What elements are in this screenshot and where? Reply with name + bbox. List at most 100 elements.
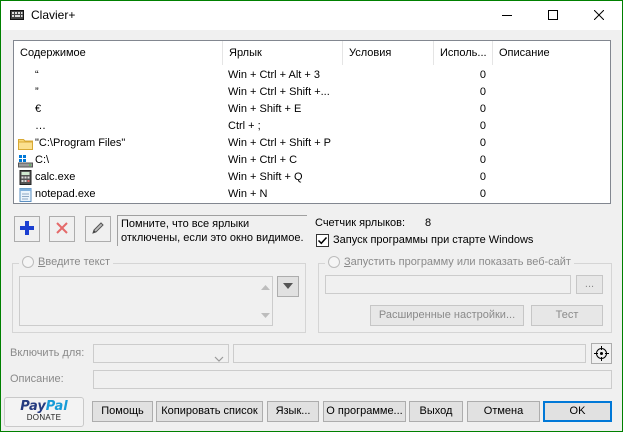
chevron-down-icon xyxy=(214,351,224,365)
item-usage: 0 xyxy=(479,137,486,149)
list-item[interactable]: "C:\Program Files" Win + Ctrl + Shift + … xyxy=(14,135,610,152)
item-shortcut: Win + Ctrl + Alt + 3 xyxy=(228,69,321,81)
item-usage: 0 xyxy=(479,154,486,166)
text-input-area[interactable] xyxy=(19,276,273,326)
close-icon xyxy=(593,9,605,23)
paypal-logo: PayPal xyxy=(20,399,68,414)
browse-button[interactable]: ... xyxy=(576,275,603,294)
counter-label: Счетчик ярлыков: xyxy=(315,217,406,229)
column-header-description[interactable]: Описание xyxy=(493,41,610,65)
notepad-icon xyxy=(18,187,33,202)
column-header-usage[interactable]: Исполь... xyxy=(434,41,493,65)
item-content: calc.exe xyxy=(35,171,76,183)
item-content: ” xyxy=(35,86,39,98)
item-content: € xyxy=(35,103,42,115)
launch-radio-label: апустить программу или показать веб-сайт xyxy=(350,256,571,268)
item-shortcut: Win + N xyxy=(228,188,268,200)
help-button[interactable]: Помощь xyxy=(92,401,153,422)
scroll-down-icon xyxy=(261,308,270,322)
exit-button[interactable]: Выход xyxy=(409,401,463,422)
window-title: Clavier+ xyxy=(31,8,76,22)
add-shortcut-button[interactable] xyxy=(14,216,40,242)
item-content: C:\ xyxy=(35,154,50,166)
item-shortcut: Win + Ctrl + Shift + P xyxy=(228,137,332,149)
keyboard-icon xyxy=(10,8,24,22)
folder-icon xyxy=(18,136,33,151)
item-usage: 0 xyxy=(479,171,486,183)
paypal-donate-button[interactable]: PayPal DONATE xyxy=(4,397,84,427)
minimize-icon xyxy=(502,9,512,23)
maximize-icon xyxy=(548,9,558,23)
edit-shortcut-button[interactable] xyxy=(85,216,111,242)
delete-shortcut-button[interactable] xyxy=(49,216,75,242)
checkbox-box[interactable] xyxy=(316,234,329,247)
launch-radio[interactable] xyxy=(328,256,340,268)
column-header-content[interactable]: Содержимое xyxy=(14,41,223,65)
drive-icon xyxy=(18,153,33,168)
title-bar[interactable]: Clavier+ xyxy=(1,1,622,30)
list-item[interactable]: € Win + Shift + E 0 xyxy=(14,101,610,118)
hint-text: Помните, что все ярлыки отключены, если … xyxy=(117,215,307,246)
item-content: notepad.exe xyxy=(35,188,96,200)
list-header: Содержимое Ярлык Условия Исполь... Описа… xyxy=(14,41,610,65)
donate-label: DONATE xyxy=(26,413,62,422)
item-shortcut: Win + Shift + Q xyxy=(228,171,303,183)
item-shortcut: Win + Ctrl + C xyxy=(228,154,298,166)
description-label: Описание: xyxy=(10,373,64,385)
delete-icon xyxy=(55,221,69,238)
item-usage: 0 xyxy=(479,120,486,132)
close-button[interactable] xyxy=(576,1,622,30)
startup-label[interactable]: Запуск программы при старте Windows xyxy=(333,234,533,246)
scroll-up-icon xyxy=(261,279,270,293)
description-input[interactable] xyxy=(93,370,612,389)
text-group-legend[interactable]: Введите текст xyxy=(19,256,114,268)
text-radio-accel: В xyxy=(38,256,46,268)
column-header-shortcut[interactable]: Ярлык xyxy=(223,41,343,65)
ok-button[interactable]: OK xyxy=(543,401,612,422)
maximize-button[interactable] xyxy=(530,1,576,30)
copy-list-button[interactable]: Копировать список xyxy=(156,401,263,422)
enable-for-input[interactable] xyxy=(233,344,586,363)
list-item[interactable]: “ Win + Ctrl + Alt + 3 0 xyxy=(14,67,610,84)
shortcut-list[interactable]: Содержимое Ярлык Условия Исполь... Описа… xyxy=(13,40,611,204)
text-menu-button[interactable] xyxy=(277,276,299,297)
text-radio[interactable] xyxy=(22,256,34,268)
pencil-icon xyxy=(90,220,106,239)
triangle-down-icon xyxy=(283,280,293,292)
language-button[interactable]: Язык... xyxy=(267,401,319,422)
app-window: Clavier+ Содержимое Ярлык Условия Исполь… xyxy=(0,0,623,432)
enable-for-dropdown[interactable] xyxy=(93,344,229,363)
item-usage: 0 xyxy=(479,188,486,200)
item-content: "C:\Program Files" xyxy=(35,137,126,149)
crosshair-icon xyxy=(594,346,609,364)
item-usage: 0 xyxy=(479,103,486,115)
item-shortcut: Win + Shift + E xyxy=(228,103,302,115)
launch-radio-accel: З xyxy=(344,256,351,268)
main-panel: Содержимое Ярлык Условия Исполь... Описа… xyxy=(1,30,622,431)
list-item[interactable]: C:\ Win + Ctrl + C 0 xyxy=(14,152,610,169)
item-content: “ xyxy=(35,69,39,81)
item-usage: 0 xyxy=(479,69,486,81)
about-button[interactable]: О программе... xyxy=(323,401,406,422)
list-item[interactable]: ” Win + Ctrl + Shift +... 0 xyxy=(14,84,610,101)
minimize-button[interactable] xyxy=(484,1,530,30)
list-item[interactable]: calc.exe Win + Shift + Q 0 xyxy=(14,169,610,186)
list-item[interactable]: notepad.exe Win + N 0 xyxy=(14,186,610,203)
calculator-icon xyxy=(18,170,33,185)
item-content: … xyxy=(35,120,46,132)
plus-icon xyxy=(19,220,35,239)
cancel-button[interactable]: Отмена xyxy=(467,401,540,422)
item-shortcut: Ctrl + ; xyxy=(228,120,261,132)
column-header-conditions[interactable]: Условия xyxy=(343,41,434,65)
window-picker-button[interactable] xyxy=(591,343,612,364)
text-radio-label: ведите текст xyxy=(45,256,111,268)
program-path-input[interactable] xyxy=(325,275,571,294)
launch-group-legend[interactable]: Запустить программу или показать веб-сай… xyxy=(325,256,574,268)
advanced-settings-button[interactable]: Расширенные настройки... xyxy=(370,305,524,326)
item-shortcut: Win + Ctrl + Shift +... xyxy=(228,86,330,98)
item-usage: 0 xyxy=(479,86,486,98)
test-button[interactable]: Тест xyxy=(531,305,603,326)
counter-value: 8 xyxy=(425,217,432,229)
enable-for-label: Включить для: xyxy=(10,347,85,359)
list-item[interactable]: … Ctrl + ; 0 xyxy=(14,118,610,135)
